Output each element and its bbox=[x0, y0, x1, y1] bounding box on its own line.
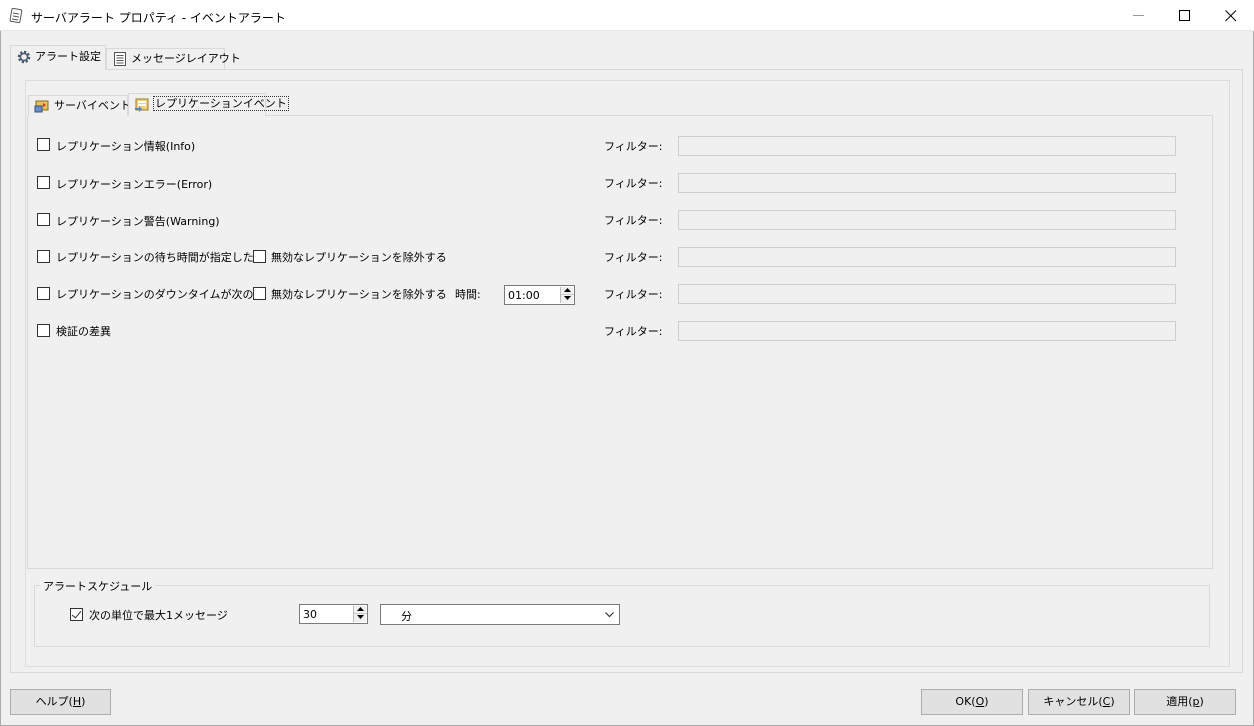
ok-button[interactable]: OK(O) bbox=[921, 689, 1023, 715]
max-message-label: 次の単位で最大1メッセージ bbox=[89, 609, 228, 622]
triangle-up-icon bbox=[357, 607, 364, 611]
minimize-icon bbox=[1133, 15, 1144, 16]
ok-button-label-end: ) bbox=[984, 695, 989, 708]
max-message-checkbox[interactable] bbox=[70, 608, 83, 621]
cancel-button-label-end: ) bbox=[1110, 695, 1115, 708]
help-button-label-end: ) bbox=[81, 695, 86, 708]
verification-diff-label: 検証の差異 bbox=[56, 325, 111, 338]
ok-button-accesskey: O bbox=[975, 695, 985, 708]
replication-warning-filter-label: フィルター: bbox=[604, 214, 663, 227]
replication-error-filter-label: フィルター: bbox=[604, 177, 663, 190]
downtime-time-stepper[interactable]: 01:00 bbox=[504, 285, 575, 305]
cancel-button[interactable]: キャンセル(C) bbox=[1028, 689, 1130, 715]
tab-replication-event[interactable]: レプリケーションイベント bbox=[128, 93, 289, 116]
schedule-count-stepper[interactable]: 30 bbox=[299, 604, 368, 624]
schedule-unit-value: 分 bbox=[401, 610, 412, 623]
help-button-label: ヘルプ( bbox=[35, 695, 73, 708]
tab-replication-event-label: レプリケーションイベント bbox=[153, 96, 289, 111]
replication-info-checkbox[interactable] bbox=[37, 138, 50, 151]
apply-button-label-end: ) bbox=[1199, 695, 1204, 708]
verification-diff-filter-label: フィルター: bbox=[604, 325, 663, 338]
help-button-accesskey: H bbox=[72, 695, 82, 708]
spin-down-button[interactable] bbox=[354, 614, 367, 622]
triangle-down-icon bbox=[357, 615, 364, 619]
window-title: サーバアラート プロパティ - イベントアラート bbox=[31, 11, 286, 25]
replication-latency-checkbox[interactable] bbox=[37, 250, 50, 263]
tab-server-event[interactable]: サーバイベント bbox=[28, 95, 131, 116]
apply-button[interactable]: 適用(p) bbox=[1134, 689, 1236, 715]
replication-info-label: レプリケーション情報(Info) bbox=[56, 140, 196, 153]
schedule-unit-select[interactable]: 分 bbox=[380, 604, 620, 625]
tab-server-event-label: サーバイベント bbox=[54, 99, 131, 112]
downtime-exclude-invalid-label: 無効なレプリケーションを除外する bbox=[271, 288, 447, 301]
replication-warning-label: レプリケーション警告(Warning) bbox=[56, 215, 220, 228]
spin-down-button[interactable] bbox=[561, 295, 574, 303]
downtime-time-value: 01:00 bbox=[508, 289, 540, 302]
close-button[interactable] bbox=[1208, 0, 1254, 31]
replication-info-filter-label: フィルター: bbox=[604, 140, 663, 153]
schedule-count-value: 30 bbox=[303, 608, 317, 621]
downtime-time-label: 時間: bbox=[455, 288, 481, 301]
chevron-down-icon bbox=[605, 612, 614, 618]
triangle-down-icon bbox=[564, 296, 571, 300]
tab-message-layout-label: メッセージレイアウト bbox=[131, 52, 241, 65]
replication-downtime-filter-input[interactable] bbox=[678, 284, 1176, 304]
replication-error-label: レプリケーションエラー(Error) bbox=[56, 178, 213, 191]
tab-alert-settings-label: アラート設定 bbox=[35, 50, 101, 63]
verification-diff-filter-input[interactable] bbox=[678, 321, 1176, 341]
notepad-icon bbox=[9, 7, 23, 23]
close-icon bbox=[1225, 10, 1237, 22]
apply-button-label: 適用( bbox=[1166, 695, 1193, 708]
help-button[interactable]: ヘルプ(H) bbox=[10, 689, 111, 715]
replication-latency-label: レプリケーションの待ち時間が指定した bbox=[56, 251, 254, 264]
document-icon bbox=[114, 52, 126, 66]
replication-info-filter-input[interactable] bbox=[678, 136, 1176, 156]
alert-schedule-title: アラートスケジュール bbox=[40, 578, 156, 594]
minimize-button[interactable] bbox=[1116, 0, 1162, 31]
replication-warning-filter-input[interactable] bbox=[678, 210, 1176, 230]
maximize-button[interactable] bbox=[1162, 0, 1208, 31]
replication-error-filter-input[interactable] bbox=[678, 173, 1176, 193]
replication-error-checkbox[interactable] bbox=[37, 176, 50, 189]
replication-downtime-label: レプリケーションのダウンタイムが次の値 bbox=[56, 288, 265, 301]
replication-event-icon bbox=[135, 98, 149, 112]
gear-icon bbox=[17, 50, 31, 64]
spin-up-button[interactable] bbox=[561, 287, 574, 295]
verification-diff-checkbox[interactable] bbox=[37, 324, 50, 337]
tab-message-layout[interactable]: メッセージレイアウト bbox=[106, 48, 241, 69]
downtime-time-spin-buttons[interactable] bbox=[560, 287, 574, 303]
server-event-icon bbox=[34, 100, 49, 113]
tab-alert-settings[interactable]: アラート設定 bbox=[10, 45, 106, 70]
replication-downtime-checkbox[interactable] bbox=[37, 287, 50, 300]
ok-button-label: OK( bbox=[955, 695, 976, 708]
downtime-exclude-invalid-checkbox[interactable] bbox=[253, 287, 266, 300]
cancel-button-label: キャンセル( bbox=[1043, 695, 1103, 708]
replication-latency-filter-input[interactable] bbox=[678, 247, 1176, 267]
title-bar: サーバアラート プロパティ - イベントアラート bbox=[0, 0, 1254, 31]
latency-exclude-invalid-checkbox[interactable] bbox=[253, 250, 266, 263]
latency-exclude-invalid-label: 無効なレプリケーションを除外する bbox=[271, 251, 447, 264]
replication-warning-checkbox[interactable] bbox=[37, 213, 50, 226]
replication-downtime-filter-label: フィルター: bbox=[604, 288, 663, 301]
spin-up-button[interactable] bbox=[354, 606, 367, 614]
maximize-icon bbox=[1179, 10, 1190, 21]
schedule-count-spin-buttons[interactable] bbox=[353, 606, 367, 622]
replication-latency-filter-label: フィルター: bbox=[604, 251, 663, 264]
triangle-up-icon bbox=[564, 288, 571, 292]
